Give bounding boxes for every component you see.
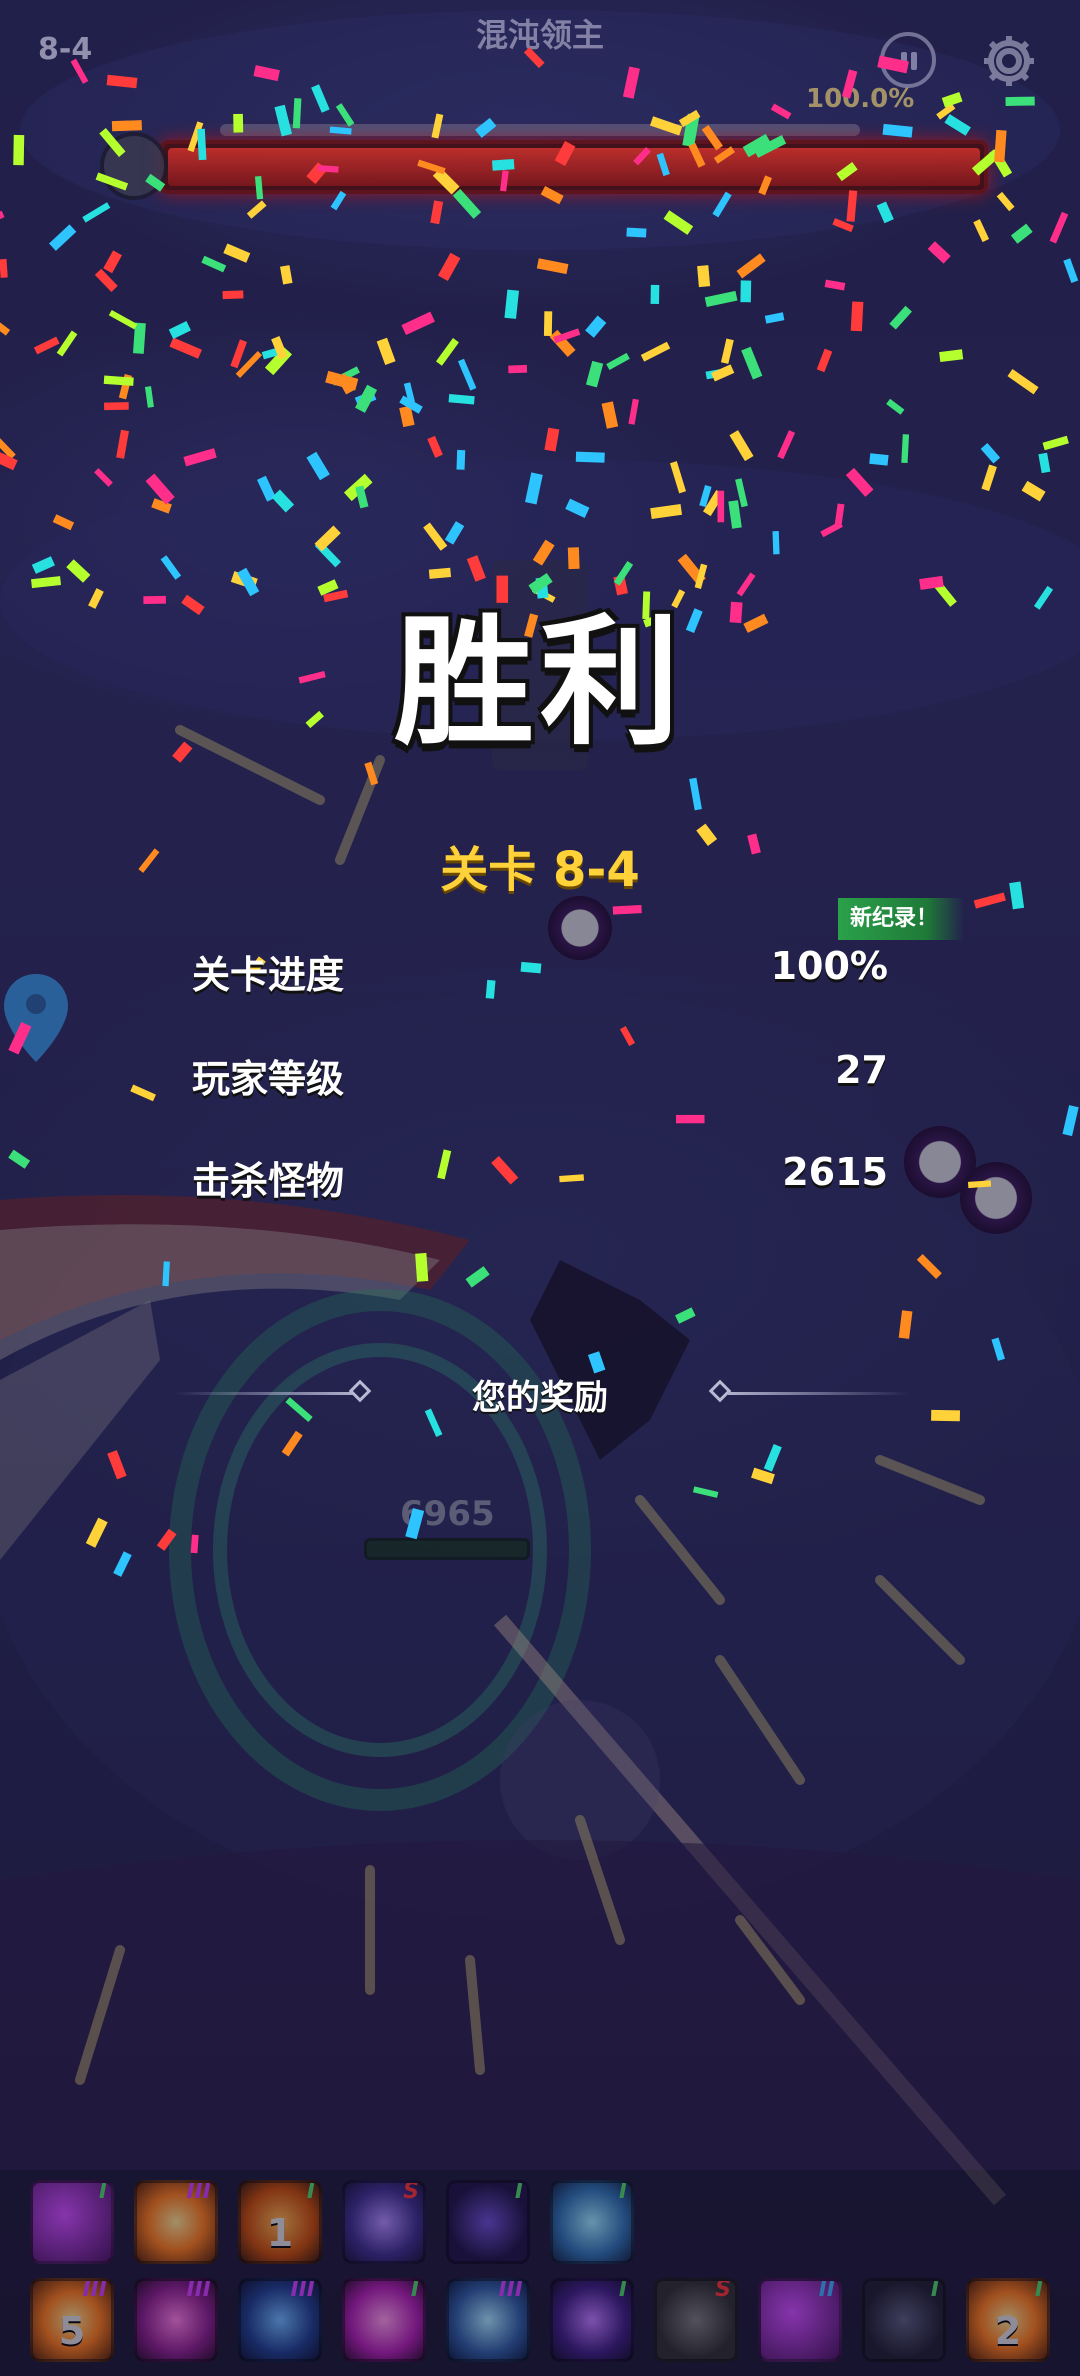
stat-row-progress: 关卡进度 100% xyxy=(192,944,888,1004)
skill-tier-label: III xyxy=(186,2278,211,2302)
skill-tier-label: I xyxy=(618,2278,627,2302)
skill-tier-label: I xyxy=(306,2180,315,2204)
skill-tier-label: I xyxy=(410,2278,419,2302)
fire-burst-skill-icon: III 5 xyxy=(30,2278,114,2362)
skill-tier-label: S xyxy=(403,2180,419,2204)
magnet-skill-icon: III xyxy=(446,2278,530,2362)
rewards-divider-right xyxy=(728,1392,908,1395)
pink-explosion-skill-icon: I xyxy=(342,2278,426,2362)
gear-icon[interactable] xyxy=(980,32,1038,90)
boss-skull-icon xyxy=(100,132,168,200)
skill-tier-label: III xyxy=(290,2278,315,2302)
rewards-title: 您的奖励 xyxy=(472,1378,608,1418)
arc-skill-icon: III xyxy=(238,2278,322,2362)
fire-burst-skill-icon: I2 xyxy=(966,2278,1050,2362)
stat-label: 玩家等级 xyxy=(192,1057,345,1101)
skill-level-number: 5 xyxy=(58,2309,86,2353)
stat-label: 击杀怪物 xyxy=(192,1159,345,1203)
fire-burst-skill-icon: III xyxy=(134,2180,218,2264)
skill-tier-label: III xyxy=(498,2278,523,2302)
skill-tier-label: I xyxy=(98,2180,107,2204)
purple-slash-skill-icon: II xyxy=(758,2278,842,2362)
skill-tier-label: I xyxy=(618,2180,627,2204)
stat-label: 关卡进度 xyxy=(192,953,345,997)
victory-title: 胜利 xyxy=(393,602,686,765)
purple-orb-skill-icon: I xyxy=(550,2278,634,2362)
skill-tier-label: I xyxy=(514,2180,523,2204)
dark-vortex-skill-icon: I xyxy=(446,2180,530,2264)
skill-tier-label: III xyxy=(186,2180,211,2204)
boss-progress-track xyxy=(220,124,860,136)
skill-tier-label: II xyxy=(818,2278,835,2302)
hexagon-shield-skill-icon: III xyxy=(134,2278,218,2362)
skill-tier-label: S xyxy=(715,2278,731,2302)
boss-hp-bar xyxy=(160,140,988,194)
gear-skill-icon: S xyxy=(654,2278,738,2362)
skill-bar: I III I 1 S I I III 5 III III I III I S II I I 2 xyxy=(0,2170,1080,2376)
stage-label: 关卡 8-4 xyxy=(440,842,640,898)
ice-ring-skill-icon: I xyxy=(550,2180,634,2264)
stat-row-player-level: 玩家等级 27 xyxy=(192,1048,888,1108)
stat-row-kills: 击杀怪物 2615 xyxy=(192,1150,888,1210)
skill-tier-label: I xyxy=(930,2278,939,2302)
boss-hp-fill xyxy=(168,148,980,186)
stat-value: 100% xyxy=(770,944,888,988)
dark-blade-skill-icon: I xyxy=(862,2278,946,2362)
pause-button[interactable] xyxy=(880,32,936,88)
new-record-badge: 新纪录！ xyxy=(838,898,964,940)
flame-skill-icon: I1 xyxy=(238,2180,322,2264)
stat-value: 27 xyxy=(835,1048,888,1092)
boss-progress-percent: 100.0% xyxy=(806,84,915,114)
skill-level-number: 2 xyxy=(994,2309,1022,2353)
skill-tier-label: III xyxy=(82,2278,107,2302)
skill-tier-label: I xyxy=(1034,2278,1043,2302)
skill-level-number: 1 xyxy=(266,2211,294,2255)
stat-value: 2615 xyxy=(782,1150,888,1194)
purple-slash-skill-icon: I xyxy=(30,2180,114,2264)
lightning-skill-icon: S xyxy=(342,2180,426,2264)
